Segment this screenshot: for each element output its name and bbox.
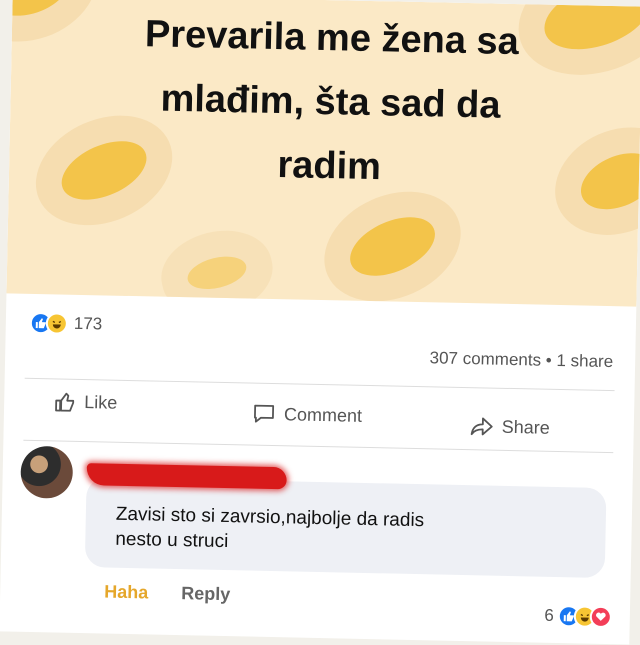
love-icon <box>589 605 613 629</box>
thumbs-up-icon <box>55 392 75 412</box>
post-title-line: mlađim, šta sad da <box>160 77 501 127</box>
facebook-post-card: Prevarila me žena sa mlađim, šta sad da … <box>0 0 640 645</box>
share-label: Share <box>501 416 551 438</box>
reaction-count: 173 <box>73 313 103 334</box>
comment-button[interactable]: Comment <box>252 403 362 427</box>
post-title-line: Prevarila me žena sa <box>144 13 520 64</box>
comment-actions: Haha Reply <box>104 582 230 606</box>
author-name-redaction <box>86 463 287 490</box>
comment-reaction-summary[interactable]: 6 <box>544 605 613 629</box>
share-arrow-icon <box>470 417 493 436</box>
post-background: Prevarila me žena sa mlađim, šta sad da … <box>6 0 640 307</box>
like-label: Like <box>84 391 118 413</box>
post-title: Prevarila me žena sa mlađim, šta sad da … <box>69 1 593 204</box>
comment-reaction-count: 6 <box>544 605 555 625</box>
haha-reaction-button[interactable]: Haha <box>104 582 148 603</box>
comment-icon <box>254 404 275 423</box>
like-button[interactable]: Like <box>54 390 117 413</box>
comment-bubble: Zavisi sto si zavrsio,najbolje da radis … <box>84 477 607 578</box>
avatar[interactable] <box>20 445 74 499</box>
decorative-blob <box>184 251 250 295</box>
haha-icon <box>45 312 69 335</box>
comments-share-count[interactable]: 307 comments • 1 share <box>429 348 613 372</box>
decorative-blob <box>341 205 444 288</box>
post-title-line: radim <box>277 144 382 189</box>
comment: Zavisi sto si zavrsio,najbolje da radis … <box>18 445 622 639</box>
comment-label: Comment <box>283 403 363 426</box>
divider <box>24 377 615 392</box>
comment-text: Zavisi sto si zavrsio,najbolje da radis … <box>115 502 566 561</box>
share-button[interactable]: Share <box>470 415 550 439</box>
reaction-summary[interactable]: 173 <box>29 311 103 336</box>
decorative-blob <box>6 0 81 27</box>
reply-button[interactable]: Reply <box>181 583 230 604</box>
